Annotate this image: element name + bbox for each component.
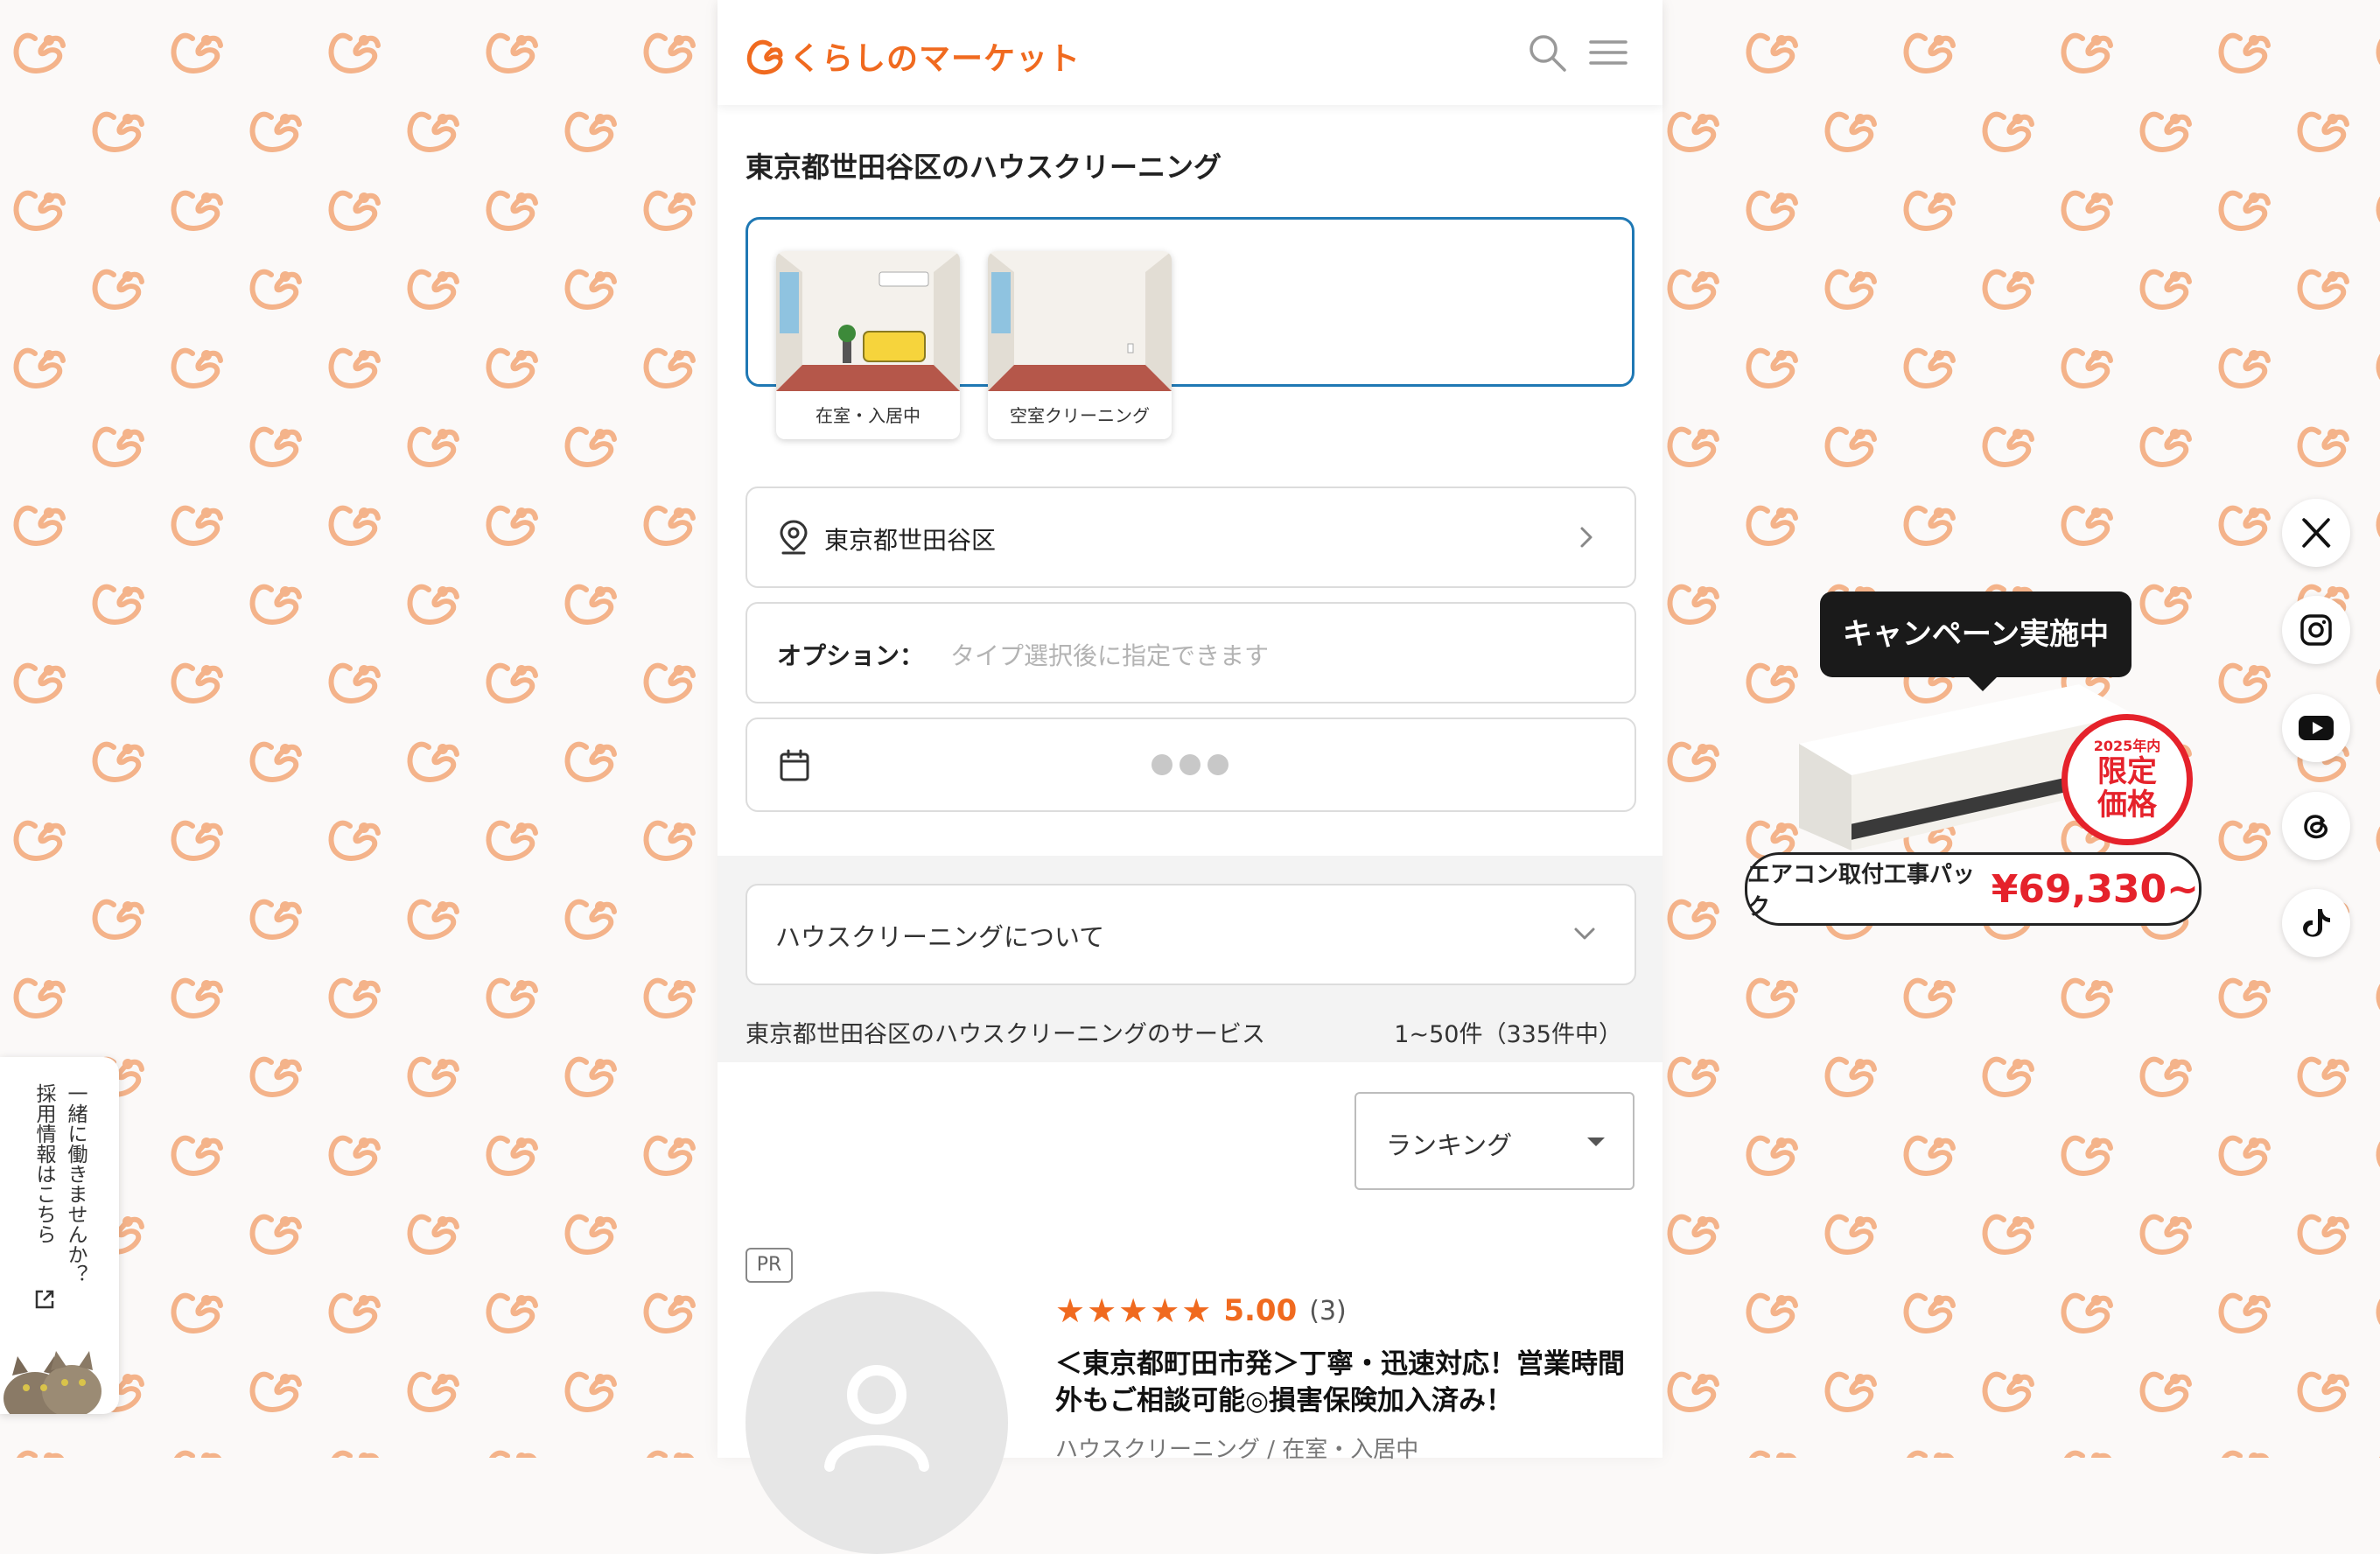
limited-price-seal: 2025年内 限定 価格 [2062,714,2193,845]
seal-year: 2025年内 [2093,738,2161,754]
options-label: オプション： [777,641,925,670]
mascot-logo-icon [746,39,783,75]
listing-summary-count: 1~50件（335件中） [1394,1021,1622,1048]
occupied-room-illustration [776,251,960,391]
pr-badge: PR [746,1248,793,1283]
sort-select[interactable]: ランキング [1354,1092,1634,1190]
about-accordion[interactable]: ハウスクリーニングについて [746,884,1636,985]
rating-row: ★★★★★ 5.00 (3) [1055,1292,1347,1330]
search-icon[interactable] [1526,32,1568,74]
listing-category: ハウスクリーニング / 在室・入居中 [1055,1437,1419,1463]
x-icon[interactable] [2282,499,2350,567]
user-placeholder-icon [824,1365,929,1472]
location-pin-icon [780,520,808,555]
youtube-icon[interactable] [2282,694,2350,762]
header: くらしのマーケット [718,0,1662,105]
chevron-right-icon [1580,527,1592,548]
rating-value: 5.00 [1223,1293,1298,1328]
logo[interactable]: くらしのマーケット [744,32,1081,80]
recruit-line1: 一緒に働きませんか？ [64,1083,87,1284]
vacant-room-illustration [988,251,1172,391]
ac-pack-pill: エアコン取付工事パック ¥69,330~ [1745,852,2202,926]
pack-label: エアコン取付工事パック [1747,862,1976,920]
sort-selected: ランキング [1386,1130,1513,1160]
chevron-down-icon [1574,928,1595,940]
main-column: くらしのマーケット 東京都世田谷区のハウスクリーニング 在室・入居中 空室クリー… [718,0,1662,1554]
external-link-icon [35,1290,54,1309]
page-title: 東京都世田谷区のハウスクリーニング [746,150,1222,184]
loading-dots-icon [1152,754,1228,775]
location-field[interactable]: 東京都世田谷区 [746,486,1636,588]
tiktok-icon[interactable] [2282,889,2350,957]
pack-price: ¥69,330~ [1991,866,2199,912]
type-card-label: 在室・入居中 [816,405,920,426]
seal-line1: 限定 [2097,754,2157,789]
type-card-occupied[interactable]: 在室・入居中 [776,251,960,439]
logo-text: くらしのマーケット [789,41,1082,77]
date-field[interactable] [746,718,1636,812]
seal-line2: 価格 [2097,788,2157,822]
about-label: ハウスクリーニングについて [775,922,1105,952]
shop-avatar[interactable] [746,1292,1008,1554]
cat-illustration [4,1351,102,1414]
service-type-selector: 在室・入居中 空室クリーニング [746,217,1634,439]
recruit-line2: 採用情報はこちら [32,1083,55,1244]
campaign-banner[interactable]: キャンペーン実施中 2025年内 限定 価格 エアコン取付工事パック ¥69,3… [1741,592,2214,933]
instagram-icon[interactable] [2282,596,2350,664]
campaign-tag: キャンペーン実施中 [1820,592,2132,691]
listing-title[interactable]: ＜東京都町田市発＞丁寧・迅速対応！営業時間外もご相談可能◎損害保険加入済み！ [1055,1346,1633,1419]
threads-icon[interactable] [2282,792,2350,860]
star-rating-icon: ★★★★★ [1055,1292,1214,1330]
options-field[interactable]: オプション： タイプ選択後に指定できます [746,602,1636,704]
options-placeholder: タイプ選択後に指定できます [950,641,1270,670]
recruit-tab[interactable]: 一緒に働きませんか？ 採用情報はこちら [0,1057,119,1414]
review-count: (3) [1309,1295,1347,1326]
type-card-vacant[interactable]: 空室クリーニング [988,251,1172,439]
calendar-icon [780,749,809,781]
caret-down-icon [1587,1138,1605,1146]
listing-summary-title: 東京都世田谷区のハウスクリーニングのサービス [746,1021,1265,1048]
type-card-label: 空室クリーニング [1010,405,1150,426]
hamburger-menu-icon[interactable] [1587,32,1629,74]
location-value: 東京都世田谷区 [824,526,997,555]
